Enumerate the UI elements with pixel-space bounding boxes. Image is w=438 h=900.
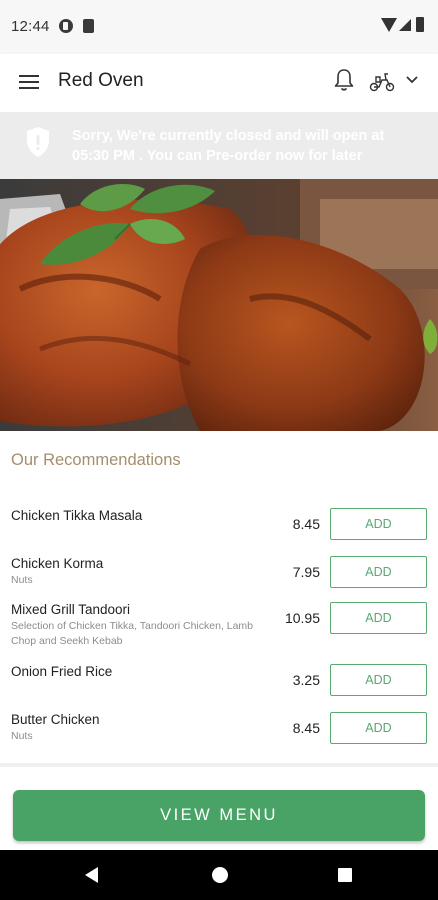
menu-item-price: 3.25 xyxy=(292,672,320,688)
add-button[interactable]: ADD xyxy=(330,664,427,696)
divider xyxy=(0,763,438,767)
menu-item-desc: Nuts xyxy=(11,730,33,742)
sim-card-icon xyxy=(83,19,94,33)
menu-item-name: Onion Fried Rice xyxy=(11,664,113,679)
menu-icon[interactable] xyxy=(19,73,39,89)
navigation-bar xyxy=(0,850,438,900)
shield-icon xyxy=(27,127,49,157)
signal-icon xyxy=(399,19,411,31)
menu-item-desc: Selection of Chicken Tikka, Tandoori Chi… xyxy=(11,620,254,647)
add-button[interactable]: ADD xyxy=(330,602,427,634)
menu-item-name: Mixed Grill Tandoori xyxy=(11,602,131,617)
app-title: Red Oven xyxy=(58,70,144,91)
hero-food-image xyxy=(0,179,438,431)
notification-app-icon xyxy=(59,19,73,33)
menu-item-price: 8.45 xyxy=(292,720,320,736)
menu-item: Butter Chicken Nuts 8.45 ADD xyxy=(0,712,438,760)
menu-item: Chicken Korma Nuts 7.95 ADD xyxy=(0,556,438,604)
status-time: 12:44 xyxy=(11,18,50,35)
view-menu-button[interactable]: VIEW MENU xyxy=(13,790,425,841)
battery-icon xyxy=(416,17,424,32)
add-button[interactable]: ADD xyxy=(330,712,427,744)
menu-item-name: Chicken Tikka Masala xyxy=(11,508,143,523)
recommendations-title: Our Recommendations xyxy=(11,451,181,469)
scooter-icon[interactable] xyxy=(369,70,395,92)
menu-item-name: Chicken Korma xyxy=(11,556,104,571)
grilled-chicken-image xyxy=(0,179,438,431)
chevron-down-icon[interactable] xyxy=(405,75,419,85)
menu-item-price: 7.95 xyxy=(292,564,320,580)
home-icon[interactable] xyxy=(212,867,228,883)
menu-item-desc: Nuts xyxy=(11,574,33,586)
closed-banner: Sorry, We're currently closed and will o… xyxy=(0,112,438,179)
menu-item-price: 10.95 xyxy=(284,610,320,626)
add-button[interactable]: ADD xyxy=(330,556,427,588)
back-icon[interactable] xyxy=(85,867,98,883)
closed-banner-text: Sorry, We're currently closed and will o… xyxy=(72,128,385,164)
status-bar: 12:44 xyxy=(0,0,438,54)
bell-icon[interactable] xyxy=(333,68,355,92)
menu-item: Mixed Grill Tandoori Selection of Chicke… xyxy=(0,602,438,650)
add-button[interactable]: ADD xyxy=(330,508,427,540)
menu-item-price: 8.45 xyxy=(292,516,320,532)
wifi-icon xyxy=(381,18,397,32)
app-bar: Red Oven xyxy=(0,54,438,112)
recents-icon[interactable] xyxy=(338,868,352,882)
menu-item: Onion Fried Rice 3.25 ADD xyxy=(0,664,438,712)
menu-item: Chicken Tikka Masala 8.45 ADD xyxy=(0,508,438,556)
menu-item-name: Butter Chicken xyxy=(11,712,100,727)
